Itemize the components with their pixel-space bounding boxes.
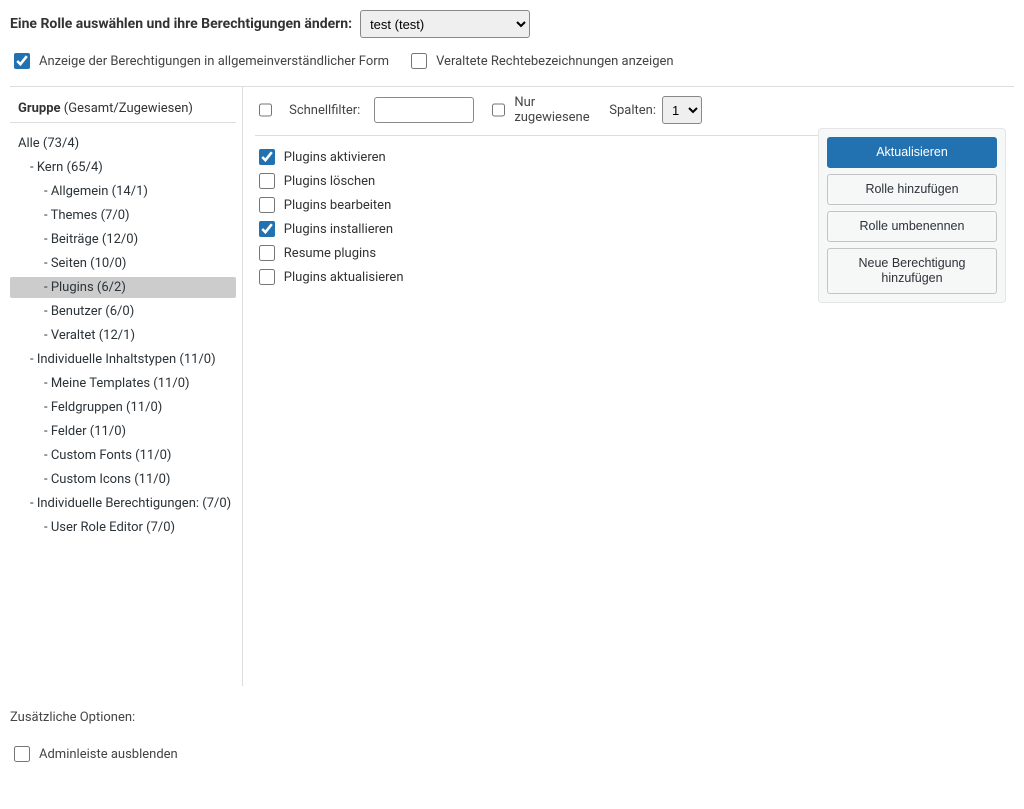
tree-item[interactable]: - Benutzer (6/0) [10,301,236,322]
tree-item[interactable]: - Themes (7/0) [10,205,236,226]
update-button[interactable]: Aktualisieren [827,137,997,168]
tree-item[interactable]: - Meine Templates (11/0) [10,373,236,394]
capability-label: Plugins aktualisieren [284,270,404,285]
add-role-button[interactable]: Rolle hinzufügen [827,174,997,205]
tree-item[interactable]: - Allgemein (14/1) [10,181,236,202]
quickfilter-label: Schnellfilter: [289,103,360,118]
capability-label: Plugins bearbeiten [284,198,391,213]
tree-item[interactable]: - User Role Editor (7/0) [10,517,236,538]
rename-role-button[interactable]: Rolle umbenennen [827,211,997,242]
tree-item[interactable]: - Plugins (6/2) [10,277,236,298]
tree-item[interactable]: - Beiträge (12/0) [10,229,236,250]
tree-item[interactable]: - Veraltet (12/1) [10,325,236,346]
additional-options-heading: Zusätzliche Optionen: [10,710,1014,725]
hide-adminbar-checkbox[interactable] [14,746,30,762]
columns-select[interactable]: 1 [662,96,702,124]
group-tree: Alle (73/4) - Kern (65/4) - Allgemein (14/… [10,133,236,538]
add-capability-button[interactable]: Neue Berechtigung hinzufügen [827,248,997,294]
readable-permissions-checkbox[interactable] [14,53,30,69]
capability-label: Plugins installieren [284,222,393,237]
hide-adminbar-label: Adminleiste ausblenden [39,747,178,762]
capability-label: Plugins löschen [284,174,375,189]
tree-item[interactable]: - Custom Icons (11/0) [10,469,236,490]
capability-checkbox[interactable] [259,245,275,261]
role-select[interactable]: test (test) [360,10,530,38]
capability-checkbox[interactable] [259,269,275,285]
capability-checkbox[interactable] [259,197,275,213]
only-assigned-checkbox[interactable] [492,102,505,118]
select-all-checkbox[interactable] [259,102,272,118]
tree-item[interactable]: - Kern (65/4) [10,157,236,178]
quickfilter-input[interactable] [374,97,474,123]
sidebar-header: Gruppe (Gesamt/Zugewiesen) [10,95,236,123]
page-title: Eine Rolle auswählen und ihre Berechtigu… [10,16,352,32]
only-assigned-label: Nur zugewiesene [514,95,595,125]
readable-permissions-label: Anzeige der Berechtigungen in allgemeinv… [39,54,389,69]
tree-item[interactable]: - Individuelle Berechtigungen: (7/0) [10,493,236,514]
tree-item[interactable]: - Seiten (10/0) [10,253,236,274]
tree-item[interactable]: Alle (73/4) [10,133,236,154]
deprecated-labels-label: Veraltete Rechtebezeichnungen anzeigen [436,54,674,69]
capability-checkbox[interactable] [259,149,275,165]
tree-item[interactable]: - Felder (11/0) [10,421,236,442]
tree-item[interactable]: - Individuelle Inhaltstypen (11/0) [10,349,236,370]
columns-label: Spalten: [609,103,656,118]
capability-checkbox[interactable] [259,221,275,237]
deprecated-labels-checkbox[interactable] [411,53,427,69]
capability-checkbox[interactable] [259,173,275,189]
capability-label: Plugins aktivieren [284,150,386,165]
tree-item[interactable]: - Feldgruppen (11/0) [10,397,236,418]
tree-item[interactable]: - Custom Fonts (11/0) [10,445,236,466]
capability-label: Resume plugins [284,246,376,261]
